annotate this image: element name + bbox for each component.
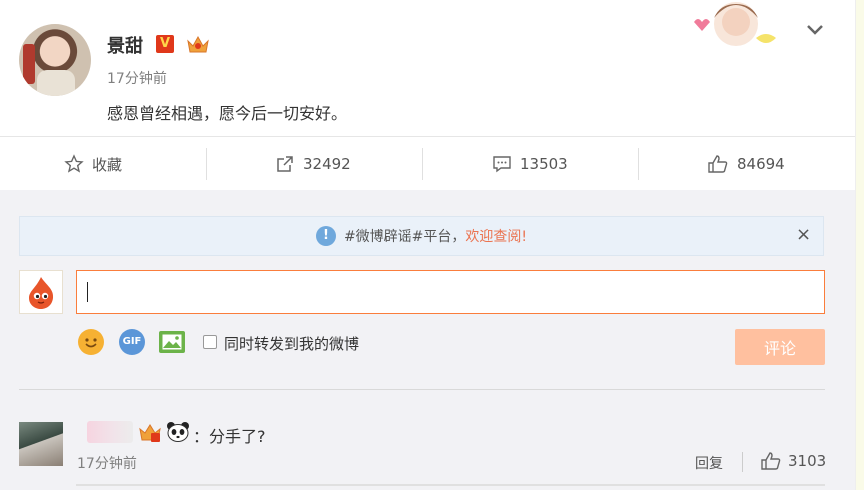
favorite-label: 收藏	[92, 155, 123, 174]
close-icon[interactable]: ×	[796, 226, 811, 244]
gif-icon[interactable]: GIF	[119, 329, 145, 355]
divider	[206, 148, 207, 180]
like-icon	[761, 452, 781, 470]
divider	[19, 389, 825, 390]
repost-button[interactable]: 32492	[275, 150, 351, 178]
repost-count: 32492	[303, 155, 351, 173]
chevron-down-icon[interactable]	[803, 18, 827, 42]
submit-comment-button[interactable]: 评论	[735, 329, 825, 365]
post-text: 感恩曾经相遇，愿今后一切安好。	[107, 104, 348, 123]
favorite-button[interactable]: 收藏	[64, 150, 122, 178]
repost-checkbox[interactable]	[203, 335, 217, 349]
author-name[interactable]: 景甜	[107, 32, 143, 58]
comment-count: 13503	[520, 155, 568, 173]
fire-mascot-icon	[29, 277, 54, 309]
divider	[0, 136, 855, 137]
info-icon: !	[315, 226, 336, 246]
page-edge	[855, 0, 864, 490]
current-user-avatar[interactable]	[19, 270, 63, 314]
crown-badge-icon[interactable]	[185, 33, 211, 55]
author-avatar[interactable]	[19, 24, 91, 96]
divider	[422, 148, 423, 180]
repost-icon	[277, 156, 293, 172]
comment-like-button[interactable]: 3103	[760, 451, 826, 471]
image-icon[interactable]	[159, 331, 185, 353]
comment-input[interactable]	[76, 270, 825, 314]
crown-badge-icon	[139, 424, 161, 442]
avatar-detail	[37, 70, 75, 96]
panda-icon	[167, 422, 189, 442]
emoji-icon[interactable]	[78, 329, 104, 355]
comment-timestamp: 17分钟前	[77, 456, 137, 472]
post-timestamp[interactable]: 17分钟前	[107, 68, 167, 88]
repost-option-label[interactable]: 同时转发到我的微博	[224, 333, 359, 354]
notice-text: #微博辟谣#平台，	[343, 229, 466, 245]
comment-button[interactable]: 13503	[492, 150, 568, 178]
comment-icon	[493, 156, 511, 173]
card-decoration	[694, 2, 776, 46]
reply-button[interactable]: 回复	[695, 453, 723, 473]
avatar-detail	[23, 44, 35, 84]
divider	[638, 148, 639, 180]
text-caret	[87, 282, 88, 302]
notice-bar: ! #微博辟谣#平台， 欢迎查阅!	[19, 216, 824, 256]
commenter-avatar[interactable]	[19, 422, 63, 466]
star-icon	[64, 154, 84, 173]
verified-icon: V	[156, 35, 174, 53]
notice-link[interactable]: 欢迎查阅!	[465, 226, 527, 246]
divider	[742, 452, 743, 472]
like-icon	[708, 155, 728, 173]
like-count: 84694	[737, 155, 785, 173]
divider	[76, 484, 825, 486]
like-button[interactable]: 84694	[707, 150, 785, 178]
comment-like-count: 3103	[788, 452, 827, 470]
comment-text: ：分手了?	[193, 427, 266, 446]
commenter-name-blurred[interactable]	[87, 421, 133, 443]
